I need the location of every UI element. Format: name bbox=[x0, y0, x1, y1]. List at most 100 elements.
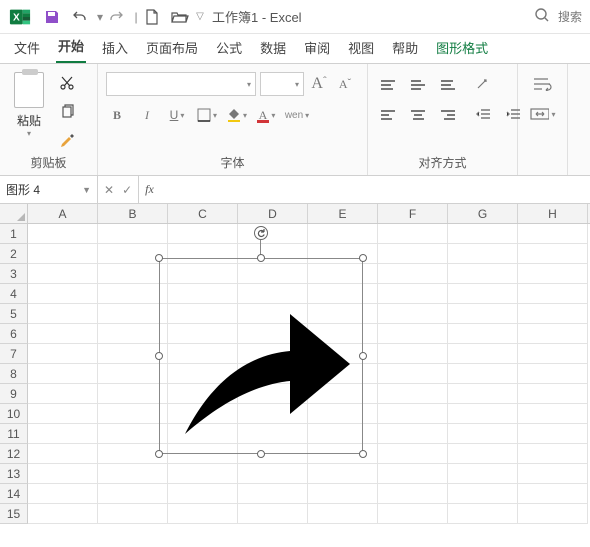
cell[interactable] bbox=[378, 404, 448, 424]
paste-button[interactable]: 粘贴 ▾ bbox=[8, 68, 50, 138]
increase-font-button[interactable]: Aˆ bbox=[308, 73, 330, 95]
decrease-font-button[interactable]: Aˇ bbox=[334, 73, 356, 95]
cell[interactable] bbox=[28, 324, 98, 344]
cell[interactable] bbox=[518, 344, 588, 364]
fx-icon[interactable]: fx bbox=[139, 182, 160, 197]
tab-shape-format[interactable]: 图形格式 bbox=[434, 32, 490, 63]
cell[interactable] bbox=[378, 464, 448, 484]
cell[interactable] bbox=[28, 364, 98, 384]
tab-formulas[interactable]: 公式 bbox=[214, 32, 244, 63]
cell[interactable] bbox=[308, 504, 378, 524]
cell[interactable] bbox=[98, 464, 168, 484]
cell[interactable] bbox=[98, 284, 168, 304]
cell[interactable] bbox=[448, 384, 518, 404]
tab-page-layout[interactable]: 页面布局 bbox=[144, 32, 200, 63]
cell[interactable] bbox=[98, 224, 168, 244]
cell[interactable] bbox=[168, 464, 238, 484]
cell[interactable] bbox=[98, 384, 168, 404]
redo-icon[interactable] bbox=[104, 5, 128, 29]
rotate-handle[interactable] bbox=[254, 226, 268, 240]
save-icon[interactable] bbox=[40, 5, 64, 29]
cell[interactable] bbox=[28, 384, 98, 404]
cell[interactable] bbox=[28, 344, 98, 364]
border-button[interactable]: ▾ bbox=[196, 104, 218, 126]
cell[interactable] bbox=[448, 244, 518, 264]
shape-selection-box[interactable] bbox=[159, 258, 363, 454]
tab-data[interactable]: 数据 bbox=[258, 32, 288, 63]
select-all-corner[interactable] bbox=[0, 204, 28, 223]
tab-view[interactable]: 视图 bbox=[346, 32, 376, 63]
tab-home[interactable]: 开始 bbox=[56, 30, 86, 63]
col-header[interactable]: H bbox=[518, 204, 588, 223]
curved-arrow-shape[interactable] bbox=[160, 259, 364, 455]
row-header[interactable]: 10 bbox=[0, 404, 28, 424]
cell[interactable] bbox=[378, 324, 448, 344]
font-name-combo[interactable]: ▾ bbox=[106, 72, 256, 96]
cell[interactable] bbox=[28, 424, 98, 444]
cell[interactable] bbox=[378, 504, 448, 524]
merge-center-button[interactable]: ▾ bbox=[530, 104, 556, 124]
cell[interactable] bbox=[448, 284, 518, 304]
row-header[interactable]: 8 bbox=[0, 364, 28, 384]
open-folder-icon[interactable] bbox=[168, 5, 192, 29]
cell[interactable] bbox=[448, 344, 518, 364]
cell[interactable] bbox=[28, 404, 98, 424]
tab-review[interactable]: 审阅 bbox=[302, 32, 332, 63]
row-header[interactable]: 9 bbox=[0, 384, 28, 404]
cell[interactable] bbox=[98, 424, 168, 444]
cell[interactable] bbox=[378, 484, 448, 504]
row-header[interactable]: 14 bbox=[0, 484, 28, 504]
cell[interactable] bbox=[28, 264, 98, 284]
align-right-button[interactable] bbox=[436, 102, 460, 128]
format-painter-button[interactable] bbox=[56, 128, 78, 150]
cell[interactable] bbox=[448, 324, 518, 344]
cell[interactable] bbox=[518, 284, 588, 304]
row-header[interactable]: 7 bbox=[0, 344, 28, 364]
cell[interactable] bbox=[518, 324, 588, 344]
font-size-combo[interactable]: ▾ bbox=[260, 72, 304, 96]
cell[interactable] bbox=[28, 244, 98, 264]
row-header[interactable]: 3 bbox=[0, 264, 28, 284]
cell[interactable] bbox=[98, 364, 168, 384]
cell[interactable] bbox=[308, 224, 378, 244]
search-box[interactable]: 搜索 bbox=[534, 7, 582, 26]
cell[interactable] bbox=[378, 304, 448, 324]
cell[interactable] bbox=[518, 444, 588, 464]
cell[interactable] bbox=[28, 444, 98, 464]
font-color-button[interactable]: A ▾ bbox=[256, 104, 278, 126]
cancel-formula-button[interactable]: ✕ bbox=[104, 183, 114, 197]
align-left-button[interactable] bbox=[376, 102, 400, 128]
cell[interactable] bbox=[238, 464, 308, 484]
undo-icon[interactable] bbox=[68, 5, 92, 29]
row-header[interactable]: 15 bbox=[0, 504, 28, 524]
cell[interactable] bbox=[28, 284, 98, 304]
row-header[interactable]: 4 bbox=[0, 284, 28, 304]
cell[interactable] bbox=[308, 484, 378, 504]
copy-button[interactable] bbox=[56, 100, 78, 122]
cell[interactable] bbox=[98, 504, 168, 524]
cell[interactable] bbox=[448, 464, 518, 484]
cell[interactable] bbox=[518, 264, 588, 284]
cell[interactable] bbox=[378, 244, 448, 264]
cell[interactable] bbox=[448, 424, 518, 444]
cell[interactable] bbox=[518, 424, 588, 444]
cell[interactable] bbox=[518, 484, 588, 504]
cell[interactable] bbox=[378, 344, 448, 364]
col-header[interactable]: F bbox=[378, 204, 448, 223]
cell[interactable] bbox=[98, 324, 168, 344]
cell[interactable] bbox=[448, 404, 518, 424]
cell[interactable] bbox=[28, 504, 98, 524]
cell[interactable] bbox=[518, 504, 588, 524]
underline-button[interactable]: U▾ bbox=[166, 104, 188, 126]
align-top-button[interactable] bbox=[376, 72, 400, 98]
cell[interactable] bbox=[28, 484, 98, 504]
phonetic-guide-button[interactable]: wen▾ bbox=[286, 104, 308, 126]
row-header[interactable]: 5 bbox=[0, 304, 28, 324]
decrease-indent-button[interactable] bbox=[470, 104, 496, 124]
cell[interactable] bbox=[448, 304, 518, 324]
cut-button[interactable] bbox=[56, 72, 78, 94]
cell[interactable] bbox=[518, 304, 588, 324]
cell[interactable] bbox=[518, 364, 588, 384]
cell[interactable] bbox=[238, 504, 308, 524]
qat-dropdown-icon[interactable]: ▾ bbox=[96, 10, 104, 24]
